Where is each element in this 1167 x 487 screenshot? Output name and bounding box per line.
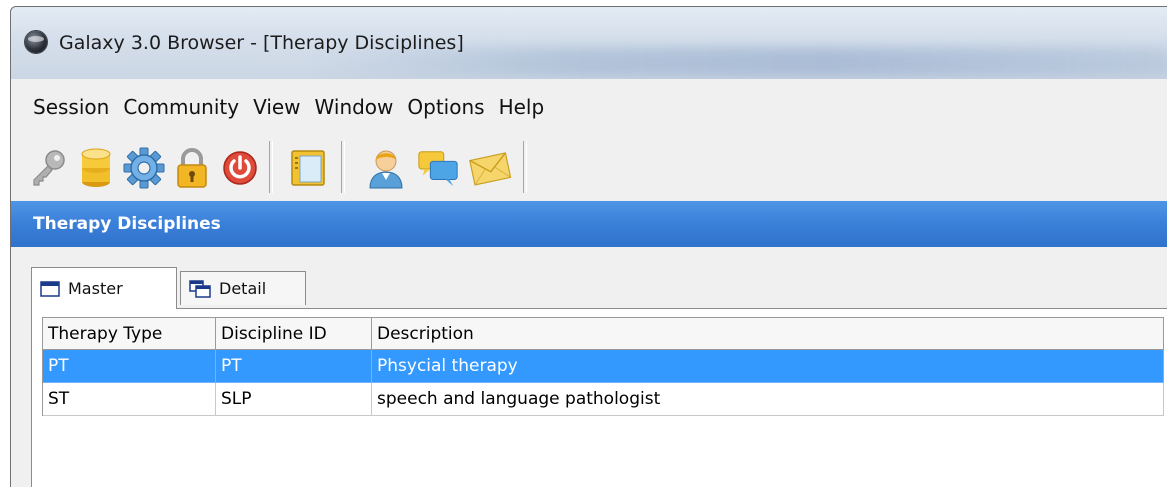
database-button[interactable] <box>73 143 119 193</box>
menu-window[interactable]: Window <box>313 93 396 121</box>
cell-discipline-id[interactable]: SLP <box>216 383 372 416</box>
key-icon <box>33 150 65 186</box>
menu-community[interactable]: Community <box>121 93 241 121</box>
tab-master[interactable]: Master <box>31 267 177 309</box>
data-grid: Therapy Type Discipline ID Description P… <box>42 317 1164 416</box>
grid-header-row: Therapy Type Discipline ID Description <box>43 317 1164 350</box>
toolbar-separator <box>269 141 273 193</box>
section-header: Therapy Disciplines <box>11 201 1167 247</box>
lock-icon <box>177 148 207 188</box>
table-row[interactable]: ST SLP speech and language pathologist <box>43 383 1164 416</box>
settings-button[interactable] <box>121 143 167 193</box>
app-window: Galaxy 3.0 Browser - [Therapy Discipline… <box>10 6 1167 487</box>
database-icon <box>81 148 111 187</box>
chat-button[interactable] <box>415 143 461 193</box>
column-header-description[interactable]: Description <box>372 317 1164 350</box>
window-icon <box>40 280 60 297</box>
login-button[interactable] <box>25 143 71 193</box>
menu-help[interactable]: Help <box>497 93 547 121</box>
power-icon <box>223 151 257 185</box>
mail-button[interactable] <box>467 143 513 193</box>
tab-detail[interactable]: Detail <box>180 271 306 305</box>
tab-panel: Therapy Type Discipline ID Description P… <box>31 309 1167 487</box>
window-title: Galaxy 3.0 Browser - [Therapy Discipline… <box>59 32 464 54</box>
windows-icon <box>189 279 211 298</box>
menu-session[interactable]: Session <box>31 93 111 121</box>
cell-description[interactable]: Phsycial therapy <box>372 350 1164 383</box>
menu-bar: Session Community View Window Options He… <box>11 79 1167 135</box>
cell-description[interactable]: speech and language pathologist <box>372 383 1164 416</box>
gear-icon <box>123 147 165 189</box>
mail-icon <box>469 152 512 186</box>
user-button[interactable] <box>363 143 409 193</box>
section-title: Therapy Disciplines <box>33 214 221 234</box>
user-icon <box>369 150 403 189</box>
cell-discipline-id[interactable]: PT <box>216 350 372 383</box>
title-bar[interactable]: Galaxy 3.0 Browser - [Therapy Discipline… <box>11 7 1167 79</box>
chat-icon <box>418 151 458 187</box>
cell-therapy-type[interactable]: PT <box>43 350 216 383</box>
menu-view[interactable]: View <box>251 93 302 121</box>
lock-button[interactable] <box>169 143 215 193</box>
tab-master-label: Master <box>68 279 123 298</box>
column-header-therapy-type[interactable]: Therapy Type <box>43 317 216 350</box>
content-area: Master Detail Therapy Type Discipline ID… <box>11 247 1167 487</box>
column-header-discipline-id[interactable]: Discipline ID <box>216 317 372 350</box>
toolbar <box>11 135 1167 202</box>
tab-detail-label: Detail <box>219 279 267 298</box>
app-logo-icon[interactable] <box>25 31 47 53</box>
panel-button[interactable] <box>285 143 331 193</box>
tab-strip: Master Detail <box>31 267 1167 309</box>
cell-therapy-type[interactable]: ST <box>43 383 216 416</box>
toolbar-separator <box>523 141 527 193</box>
power-button[interactable] <box>217 143 263 193</box>
table-row[interactable]: PT PT Phsycial therapy <box>43 350 1164 383</box>
menu-options[interactable]: Options <box>405 93 486 121</box>
toolbar-separator <box>341 141 345 193</box>
panel-icon <box>291 150 325 186</box>
